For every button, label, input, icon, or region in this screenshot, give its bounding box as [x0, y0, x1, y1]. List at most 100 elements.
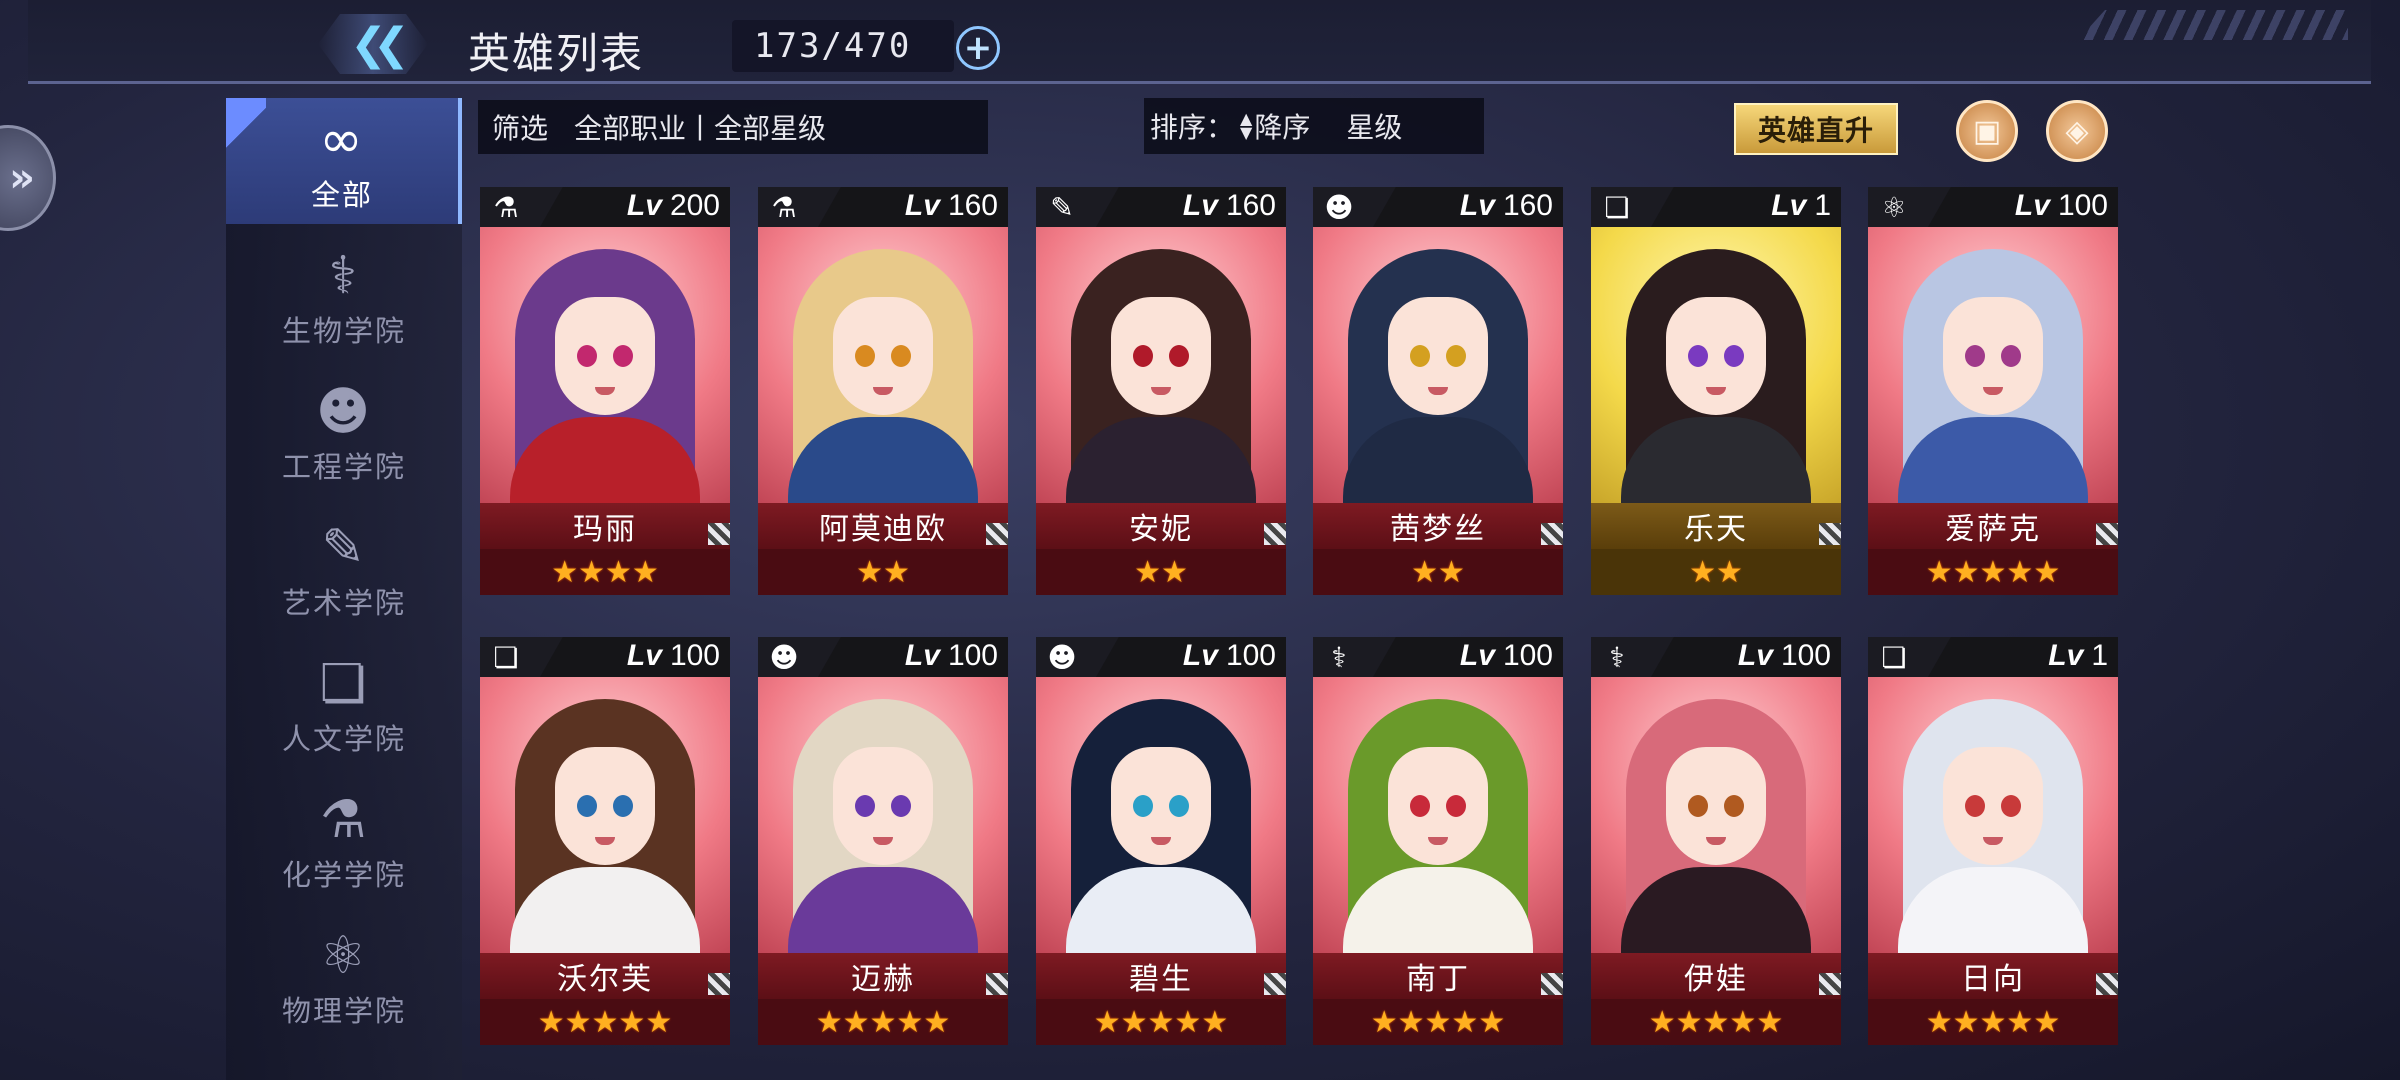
top-bar: ❮❮ 英雄列表 173/470 + [28, 0, 2371, 84]
level-prefix: Lv [1737, 639, 1773, 672]
level-prefix: Lv [626, 639, 662, 672]
sort-key-button[interactable]: 星级 [1346, 106, 1402, 146]
portrait-face [1111, 747, 1211, 865]
level-value: 1 [1814, 189, 1831, 222]
portrait-eye [1965, 795, 1985, 817]
portrait-eye [1410, 345, 1430, 367]
sidebar-item-art[interactable]: ✎ 艺术学院 [226, 506, 462, 632]
double-chevron-left-icon: ❮❮ [350, 18, 410, 70]
hero-count: 173/470 [732, 20, 954, 72]
hero-card[interactable]: ⚗ Lv 160 阿莫迪欧 ★★ [758, 187, 1008, 595]
atom-icon: ⚛ [1881, 190, 1907, 224]
hero-name: 南丁 [1313, 953, 1563, 999]
level-prefix: Lv [1771, 189, 1807, 222]
hero-name: 茜梦丝 [1313, 503, 1563, 549]
sidebar-item-label: 工程学院 [281, 450, 406, 484]
sort-bar: 排序： ▲ ▼ 降序 星级 [1144, 98, 1484, 154]
flask-icon: ⚗ [493, 190, 519, 224]
hero-name: 碧生 [1036, 953, 1286, 999]
hero-level: Lv 1 [2048, 639, 2108, 675]
hero-card[interactable]: ⚕ Lv 100 南丁 ★★★★★ [1313, 637, 1563, 1045]
portrait-face [833, 747, 933, 865]
level-value: 160 [947, 189, 998, 222]
sidebar-item-label: 物理学院 [281, 994, 406, 1028]
level-value: 100 [1225, 639, 1276, 672]
card-corner-decoration [1264, 523, 1286, 545]
hero-card[interactable]: ☻ Lv 100 迈赫 ★★★★★ [758, 637, 1008, 1045]
hero-portrait [1868, 677, 2118, 953]
level-value: 1 [2091, 639, 2108, 672]
level-value: 160 [1502, 189, 1553, 222]
hero-card[interactable]: ⚗ Lv 200 玛丽 ★★★★ [480, 187, 730, 595]
hero-card[interactable]: ⚕ Lv 100 伊娃 ★★★★★ [1591, 637, 1841, 1045]
sidebar-item-all[interactable]: ∞ 全部 [226, 98, 462, 224]
sidebar-item-biology[interactable]: ⚕ 生物学院 [226, 234, 462, 360]
sidebar-item-physics[interactable]: ⚛ 物理学院 [226, 914, 462, 1040]
hero-name: 玛丽 [480, 503, 730, 549]
portrait-face [1943, 747, 2043, 865]
hero-portrait [758, 227, 1008, 503]
portrait-eye [1169, 795, 1189, 817]
portrait-mouth [873, 387, 893, 395]
hero-card[interactable]: ❏ Lv 100 沃尔芙 ★★★★★ [480, 637, 730, 1045]
hero-level: Lv 1 [1771, 189, 1831, 225]
hero-card[interactable]: ☻ Lv 160 茜梦丝 ★★ [1313, 187, 1563, 595]
card-corner-decoration [1541, 523, 1563, 545]
hero-level: Lv 100 [1738, 639, 1831, 675]
hero-card[interactable]: ❏ Lv 1 乐天 ★★ [1591, 187, 1841, 595]
portrait-eye [1724, 345, 1744, 367]
flask-icon: ⚗ [771, 190, 797, 224]
portrait-eye [1688, 345, 1708, 367]
filter-label: 筛选 [492, 112, 549, 145]
hero-card[interactable]: ❏ Lv 1 日向 ★★★★★ [1868, 637, 2118, 1045]
portrait-mouth [595, 387, 615, 395]
portrait-eye [613, 345, 633, 367]
hero-level: Lv 200 [627, 189, 720, 225]
level-value: 100 [669, 639, 720, 672]
card-corner-decoration [1819, 973, 1841, 995]
plus-circle-icon[interactable]: + [956, 26, 1000, 70]
level-value: 100 [1502, 639, 1553, 672]
portrait-face [1943, 297, 2043, 415]
sidebar-item-humanities[interactable]: ❏ 人文学院 [226, 642, 462, 768]
hero-stars: ★★ [1591, 549, 1841, 595]
sort-order-icon: ▲ ▼ [1240, 109, 1253, 142]
sidebar-item-label: 全部 [310, 178, 373, 212]
header-decoration [2078, 10, 2348, 40]
portrait-eye [613, 795, 633, 817]
portrait-face [555, 297, 655, 415]
filter-button[interactable]: 筛选 全部职业丨全部星级 [478, 100, 988, 154]
hero-portrait [1591, 227, 1841, 503]
hero-portrait [480, 677, 730, 953]
profile-card-icon[interactable]: ▣ [1956, 100, 2018, 162]
portrait-eye [1133, 345, 1153, 367]
expand-icon[interactable]: ◈ [2046, 100, 2108, 162]
portrait-eye [2001, 345, 2021, 367]
card-corner-decoration [1819, 523, 1841, 545]
book-icon: ❏ [1881, 640, 1907, 674]
portrait-mouth [1151, 387, 1171, 395]
portrait-eye [1446, 345, 1466, 367]
filter-value: 全部职业丨全部星级 [574, 112, 827, 145]
portrait-eye [1133, 795, 1153, 817]
hero-upgrade-button[interactable]: 英雄直升 [1734, 103, 1898, 155]
hero-portrait [758, 677, 1008, 953]
hero-stars: ★★★★★ [758, 999, 1008, 1045]
hero-level: Lv 100 [1460, 639, 1553, 675]
hero-name: 阿莫迪欧 [758, 503, 1008, 549]
hero-stars: ★★★★★ [1868, 999, 2118, 1045]
infinity-icon: ∞ [319, 110, 365, 170]
sidebar-toggle-button[interactable]: » [0, 125, 56, 231]
level-prefix: Lv [2048, 639, 2084, 672]
hero-stars: ★★ [1036, 549, 1286, 595]
hero-name: 爱萨克 [1868, 503, 2118, 549]
hero-card[interactable]: ☻ Lv 100 碧生 ★★★★★ [1036, 637, 1286, 1045]
dna-icon: ⚕ [328, 246, 360, 306]
hero-card[interactable]: ⚛ Lv 100 爱萨克 ★★★★★ [1868, 187, 2118, 595]
portrait-face [555, 747, 655, 865]
sort-order-button[interactable]: 降序 [1254, 106, 1310, 146]
back-button[interactable]: ❮❮ [318, 14, 428, 74]
sidebar-item-engineering[interactable]: ☻ 工程学院 [226, 370, 462, 496]
hero-card[interactable]: ✎ Lv 160 安妮 ★★ [1036, 187, 1286, 595]
sidebar-item-chemistry[interactable]: ⚗ 化学学院 [226, 778, 462, 904]
